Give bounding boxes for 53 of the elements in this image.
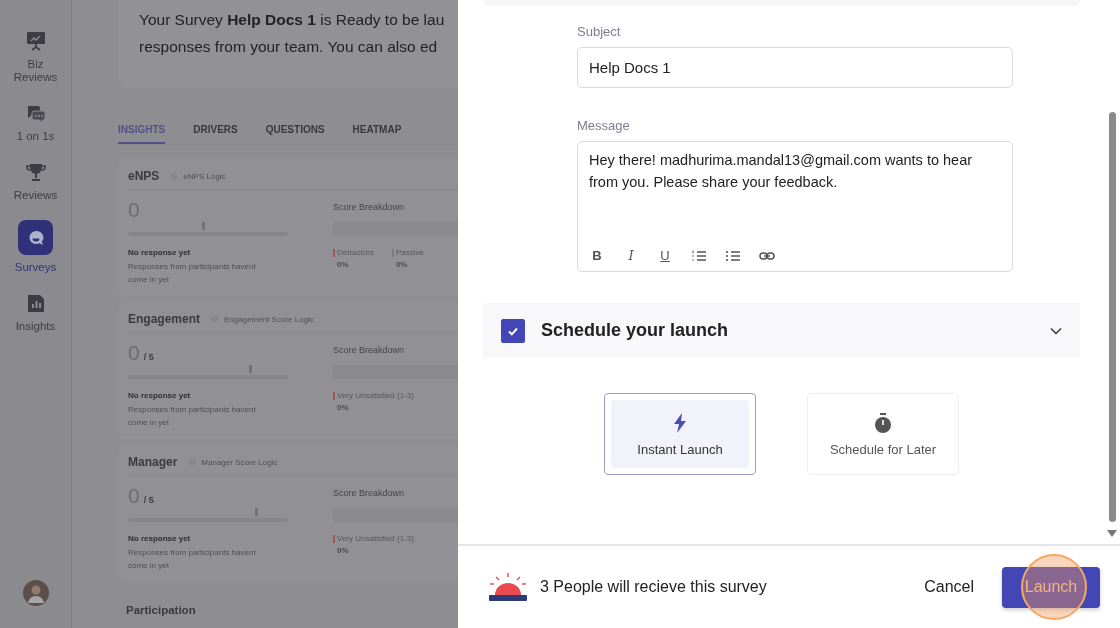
status-text: No response yet [128,534,192,543]
legend-value: 0% [336,260,350,269]
section-title: Participation [125,603,197,616]
tab[interactable]: DRIVERS [193,124,238,144]
launch-option[interactable]: Instant Launch [604,393,756,475]
chevron-down-icon[interactable] [1050,326,1062,335]
avatar-icon[interactable] [22,580,49,606]
breakdown-title: Score Breakdown [333,345,406,355]
trophy-icon [24,161,47,183]
message-field[interactable]: Hey there! madhurima.mandal13@gmail.com wants to hear from you. Please share your feedback. B I U [577,141,1013,272]
bold-button[interactable]: B [589,248,605,263]
checkbox[interactable] [501,318,525,343]
schedule-section[interactable]: Schedule your launch [483,303,1080,358]
tab[interactable]: HEATMAP [352,124,402,144]
underline-button[interactable]: U [657,248,673,263]
scroll-down-icon[interactable] [1107,530,1117,537]
field-label: Message [577,118,631,133]
launch-option[interactable]: Schedule for Later [807,393,959,475]
siren-icon [487,573,529,601]
status-text: No response yet [128,391,192,400]
sidebar-item[interactable]: Reviews [3,161,68,202]
numbered-list-icon[interactable] [691,248,707,263]
sidebar-item[interactable]: Biz Reviews [3,30,68,84]
lightning-icon [671,411,689,434]
card-title: Manager [128,455,178,469]
sidebar-item[interactable]: Surveys [3,220,68,274]
score-max: / 5 [143,352,154,362]
banner-text: Your Survey Help Docs 1 is Ready to be lau [139,10,446,30]
legend-value: 0% [336,546,350,555]
survey-icon [18,220,53,255]
card-title: eNPS [128,169,160,183]
sidebar-item[interactable]: 1 on 1s [3,102,68,143]
recipients-text: 3 People will recieve this survey [540,578,768,596]
launch-button[interactable]: Launch [1002,566,1100,608]
field-label: Subject [577,24,622,39]
tab[interactable]: QUESTIONS [265,124,325,144]
legend-value: 0% [394,260,409,269]
legend-value: 0% [336,403,350,412]
subject-field[interactable]: Help Docs 1 [577,47,1013,88]
breakdown-title: Score Breakdown [333,202,406,212]
italic-button[interactable]: I [623,248,639,263]
presentation-icon [24,30,47,52]
banner-text: responses from your team. You can also ed [139,37,439,57]
section-title: Schedule your launch [541,320,730,341]
breakdown-title: Score Breakdown [333,488,406,498]
tab[interactable]: INSIGHTS [118,124,166,144]
bullet-list-icon[interactable] [725,248,741,263]
stopwatch-icon [873,411,893,434]
cancel-button[interactable]: Cancel [918,577,980,597]
sidebar-item[interactable]: Insights [3,292,68,333]
score-max: / 5 [143,495,154,505]
card-title: Engagement [128,312,200,326]
status-text: No response yet [128,248,192,257]
